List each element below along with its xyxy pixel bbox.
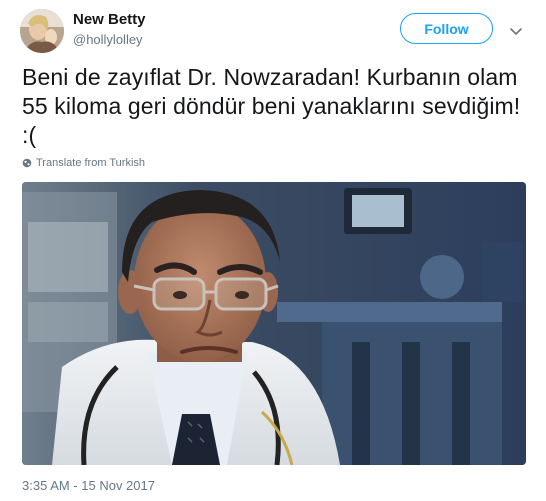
photo-doctor	[22, 182, 526, 465]
translate-link[interactable]: Translate from Turkish	[22, 157, 145, 169]
follow-button[interactable]: Follow	[400, 13, 493, 44]
user-handle[interactable]: @hollylolley	[73, 32, 143, 47]
translate-label: Translate from Turkish	[36, 157, 146, 169]
display-name[interactable]: New Betty	[73, 11, 146, 28]
chevron-down-icon[interactable]	[507, 22, 525, 40]
avatar[interactable]	[20, 9, 64, 53]
tweet-timestamp[interactable]: 3:35 AM - 15 Nov 2017	[22, 478, 155, 493]
tweet-text: Beni de zayıflat Dr. Nowzaradan! Kurbanı…	[22, 64, 521, 148]
tweet-photo[interactable]	[22, 182, 526, 465]
globe-icon	[22, 158, 32, 168]
profile-photo	[20, 9, 64, 53]
